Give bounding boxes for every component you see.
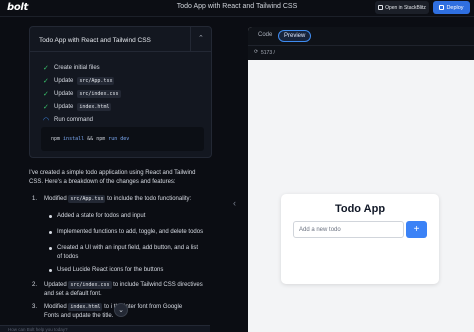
bullet-line: of todos [57,254,79,260]
add-todo-button[interactable]: + [406,221,427,238]
list-item: Modified src/App.tsx to include the todo… [44,195,191,204]
list-number: 1. [32,196,38,202]
chat-input-placeholder: How can Bolt help you today? [8,327,68,332]
cmd-token: npm [51,136,61,142]
item-text: Modified [44,196,67,202]
bullet-item: Used Lucide React icons for the buttons [48,267,164,273]
chevron-up-icon[interactable]: ⌃ [198,34,204,42]
address-bar[interactable]: ⟳ 5173 / [248,45,474,60]
bullet-item: Created a UI with an input field, add bu… [48,244,199,262]
scroll-down-button[interactable]: ⌄ [114,303,128,317]
item-text: and set a default font. [44,291,102,297]
file-path[interactable]: src/index.css [68,281,112,289]
chevron-down-icon: ⌄ [118,307,124,314]
message-line: I've created a simple todo application u… [29,170,196,176]
cmd-token: run dev [108,136,130,142]
step-item: ✓ Create initial files [43,64,100,72]
cmd-token: && [87,136,94,142]
new-todo-input[interactable]: Add a new todo [293,221,404,238]
item-text: to include the todo functionality: [107,196,192,202]
command-text: npm install && npm run dev [51,136,129,142]
step-item: ✓ Update index.html [43,103,112,111]
open-in-stackblitz-label: Open in StackBlitz [385,4,426,11]
cmd-token: npm [96,136,106,142]
file-path[interactable]: src/App.tsx [68,195,106,203]
divider [30,51,211,52]
list-item: Modified index.html to i the Inter font … [44,303,182,321]
item-text: Modified [44,304,67,310]
file-path[interactable]: index.html [68,303,103,311]
check-icon: ✓ [43,91,49,98]
bullet-item: Added a state for todos and input [48,213,146,219]
artifact-card: Todo App with React and Tailwind CSS ⌃ ✓… [29,26,212,158]
message-intro: I've created a simple todo application u… [29,169,195,187]
tab-preview[interactable]: Preview [278,30,312,42]
list-number: 2. [32,282,38,288]
list-item: Updated src/index.css to include Tailwin… [44,281,203,299]
loading-icon: ◠ [43,117,50,124]
stackblitz-icon [378,5,384,10]
check-icon: ✓ [43,104,49,111]
item-text: to include Tailwind CSS directives [113,282,203,288]
workbench-panel: Code Preview ⟳ 5173 / Todo App Add a new… [248,27,474,332]
chat-input[interactable]: How can Bolt help you today? [0,325,210,332]
step-item: ✓ Update src/App.tsx [43,77,115,85]
divider [190,27,191,51]
list-number: 3. [32,304,38,310]
workbench-header: Code Preview [248,27,474,45]
item-text: Updated [44,282,67,288]
deploy-label: Deploy [446,4,464,11]
chat-column: Todo App with React and Tailwind CSS ⌃ ✓… [29,26,212,332]
chevron-left-icon[interactable]: ‹ [233,198,236,208]
file-path[interactable]: src/index.css [77,90,121,98]
todo-card: Todo App Add a new todo + [281,194,439,284]
artifact-title[interactable]: Todo App with React and Tailwind CSS [39,37,151,44]
check-icon: ✓ [43,78,49,85]
step-label: Update [54,91,74,97]
command-block: npm install && npm run dev [41,127,204,151]
address-text: 5173 / [261,50,275,56]
todo-app-title: Todo App [334,203,386,215]
refresh-icon[interactable]: ⟳ [254,49,258,55]
top-bar: bolt Todo App with React and Tailwind CS… [0,0,474,17]
item-text: Fonts and update the title. [44,313,114,319]
open-in-stackblitz-button[interactable]: Open in StackBlitz [375,1,429,14]
deploy-button[interactable]: Deploy [433,1,470,14]
bullet-item: Implemented functions to add, toggle, an… [48,229,204,235]
check-icon: ✓ [43,65,49,72]
deploy-icon [439,5,445,10]
cmd-token: install [63,136,85,142]
file-path[interactable]: index.html [77,103,112,111]
message-line: CSS. Here's a breakdown of the changes a… [29,179,176,185]
step-item: ✓ Update src/index.css [43,90,121,98]
step-item: ◠ Run command [43,116,93,124]
step-label: Run command [54,117,94,123]
step-label: Update [54,78,74,84]
step-label: Update [54,104,74,110]
step-label: Create initial files [54,65,100,71]
plus-icon: + [413,224,420,235]
bullet-line: Created a UI with an input field, add bu… [57,245,199,251]
tab-code[interactable]: Code [258,32,272,38]
file-path[interactable]: src/App.tsx [77,77,115,85]
